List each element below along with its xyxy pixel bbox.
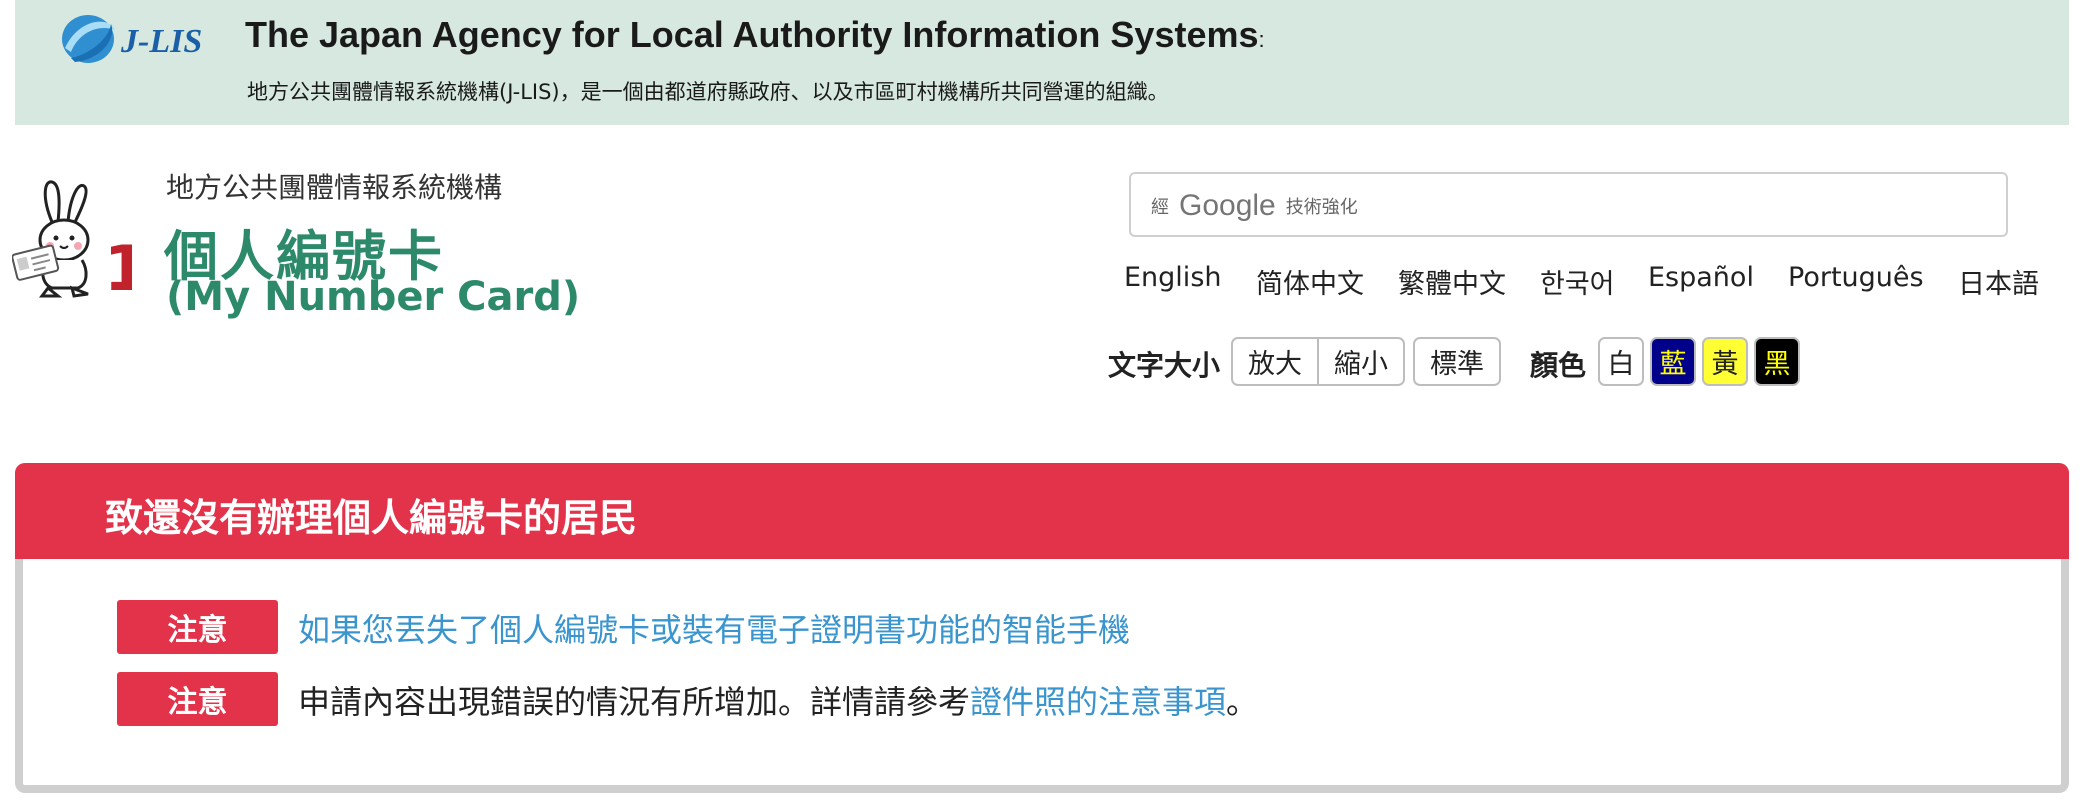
agency-description: 地方公共團體情報系統機構(J-LIS)，是一個由都道府縣政府、以及市區町村機構所… [247,80,1169,104]
notice-title: 致還沒有辦理個人編號卡的居民 [105,496,638,540]
color-yellow-button[interactable]: 黃 [1702,337,1748,386]
site-subtitle: (My Number Card) [166,274,581,320]
lang-spanish[interactable]: Español [1648,262,1754,293]
color-white-button[interactable]: 白 [1598,337,1644,386]
agency-banner: J-LIS The Japan Agency for Local Authori… [15,0,2069,125]
lang-japanese[interactable]: 日本語 [1958,262,2039,301]
lang-simplified-chinese[interactable]: 简体中文 [1256,262,1364,301]
notice-header: 致還沒有辦理個人編號卡的居民 [15,463,2069,559]
notice-tag-2: 注意 [117,672,278,726]
logo-text: J-LIS [120,23,202,60]
text-shrink-button[interactable]: 縮小 [1317,337,1405,386]
notice-tag-1: 注意 [117,600,278,654]
photo-notes-link[interactable]: 證件照的注意事項 [970,683,1226,721]
lang-korean[interactable]: 한국어 [1540,262,1615,301]
lang-portuguese[interactable]: Português [1788,262,1924,293]
agency-title-colon: : [1258,27,1265,52]
notice-text-before: 申請內容出現錯誤的情況有所增加。詳情請參考 [298,683,971,721]
agency-title: The Japan Agency for Local Authority Inf… [245,14,1265,56]
color-blue-button[interactable]: 藍 [1650,337,1696,386]
text-size-label: 文字大小 [1108,349,1221,382]
mascot-number: 1 [104,232,132,300]
text-standard-button[interactable]: 標準 [1413,337,1501,386]
mascot-rabbit-icon[interactable]: 1 [12,178,132,300]
search-box[interactable]: 經 Google 技術強化 [1129,172,2008,237]
notice-text-after: 。 [1226,683,1259,721]
lang-traditional-chinese[interactable]: 繁體中文 [1398,262,1506,301]
agency-title-text: The Japan Agency for Local Authority Inf… [245,14,1259,55]
color-label: 顏色 [1530,349,1587,382]
site-org-name: 地方公共團體情報系統機構 [166,171,503,204]
jlis-logo-icon[interactable]: J-LIS [51,8,241,70]
notice-line-2: 申請內容出現錯誤的情況有所增加。詳情請參考證件照的注意事項。 [298,677,1258,723]
notice-line-1: 如果您丟失了個人編號卡或裝有電子證明書功能的智能手機 [298,605,1130,651]
language-bar: English 简体中文 繁體中文 한국어 Español Português … [1124,262,2044,302]
text-enlarge-button[interactable]: 放大 [1231,337,1319,386]
lost-card-link[interactable]: 如果您丟失了個人編號卡或裝有電子證明書功能的智能手機 [298,611,1130,649]
search-input[interactable] [1131,174,2006,235]
lang-english[interactable]: English [1124,262,1222,293]
color-black-button[interactable]: 黑 [1754,337,1800,386]
